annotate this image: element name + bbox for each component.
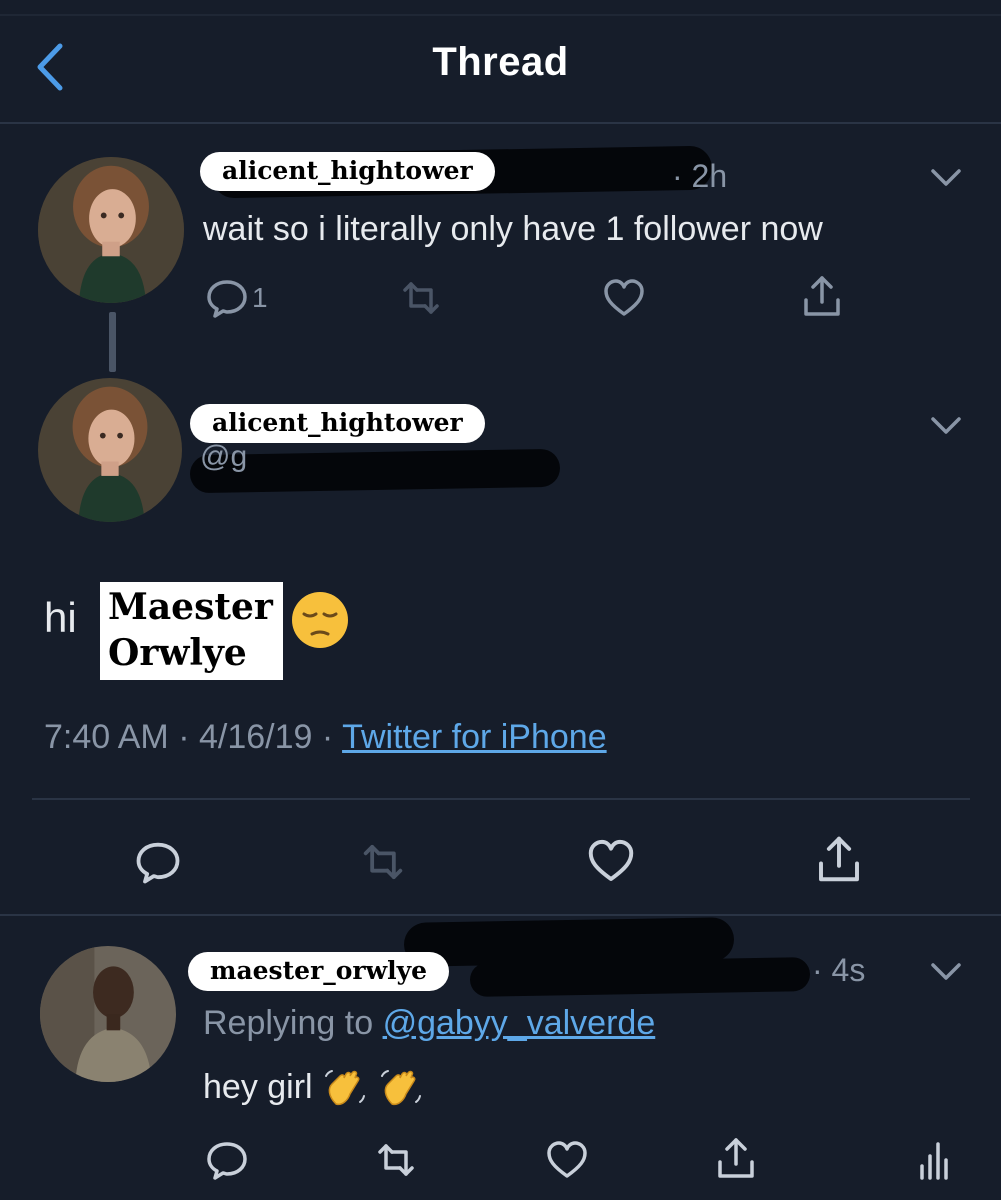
- replying-prefix: Replying to: [203, 1004, 374, 1042]
- retweet-icon[interactable]: [397, 274, 445, 322]
- thread-connector: [109, 312, 116, 372]
- waving-hand-icon: [322, 1066, 368, 1112]
- header-divider: [0, 122, 1001, 124]
- avatar[interactable]: [38, 157, 184, 303]
- tweet-time: · 4s: [812, 952, 866, 988]
- divider: [32, 798, 970, 800]
- chevron-down-icon[interactable]: [928, 956, 964, 986]
- reply-icon[interactable]: [203, 1136, 251, 1184]
- username-label[interactable]: maester_orwlye: [188, 952, 450, 991]
- retweet-icon[interactable]: [357, 836, 409, 888]
- tweet-text: hi: [44, 594, 77, 641]
- reply-count: 1: [252, 282, 268, 313]
- chevron-down-icon[interactable]: [928, 410, 964, 440]
- chevron-down-icon[interactable]: [928, 162, 964, 192]
- like-icon[interactable]: [600, 274, 648, 322]
- reply-icon[interactable]: [203, 274, 251, 322]
- top-border: [0, 14, 1001, 16]
- waving-hand-icon: [378, 1066, 424, 1112]
- mention-link[interactable]: @gabyy_valverde: [383, 1004, 656, 1042]
- username-label[interactable]: alicent_hightower: [200, 152, 495, 191]
- redaction-scribble: [469, 957, 811, 997]
- tweet-timestamp: 7:40 AM · 4/16/19 · Twitter for iPhone: [44, 718, 607, 757]
- like-icon[interactable]: [584, 834, 638, 888]
- tweet-text: hey girl: [203, 1066, 424, 1112]
- separator: ·: [178, 718, 190, 756]
- share-icon[interactable]: [712, 1134, 760, 1182]
- divider: [0, 914, 1001, 916]
- pensive-face-icon: [290, 590, 350, 650]
- like-icon[interactable]: [543, 1136, 591, 1184]
- sticker-line: Orwlye: [108, 632, 247, 674]
- reply-icon[interactable]: [132, 836, 184, 888]
- name-sticker: Maester Orwlye: [100, 582, 283, 680]
- tweet-text: wait so i literally only have 1 follower…: [203, 210, 823, 248]
- tweet-time: · 2h: [672, 158, 728, 194]
- separator: ·: [321, 718, 334, 756]
- sticker-line: Maester: [108, 586, 273, 628]
- share-icon[interactable]: [812, 832, 866, 886]
- date: 4/16/19: [198, 718, 313, 756]
- page-title: Thread: [432, 40, 569, 84]
- tweet-text-body: hey girl: [203, 1067, 313, 1106]
- avatar[interactable]: [38, 378, 182, 522]
- avatar[interactable]: [40, 946, 176, 1082]
- analytics-icon[interactable]: [910, 1136, 958, 1184]
- replying-to: Replying to @gabyy_valverde: [203, 1004, 655, 1043]
- share-icon[interactable]: [798, 272, 846, 320]
- source-link[interactable]: Twitter for iPhone: [342, 718, 607, 756]
- username-label[interactable]: alicent_hightower: [190, 404, 485, 443]
- time: 7:40 AM: [44, 718, 169, 756]
- retweet-icon[interactable]: [372, 1136, 420, 1184]
- handle-partial: @g: [200, 440, 248, 473]
